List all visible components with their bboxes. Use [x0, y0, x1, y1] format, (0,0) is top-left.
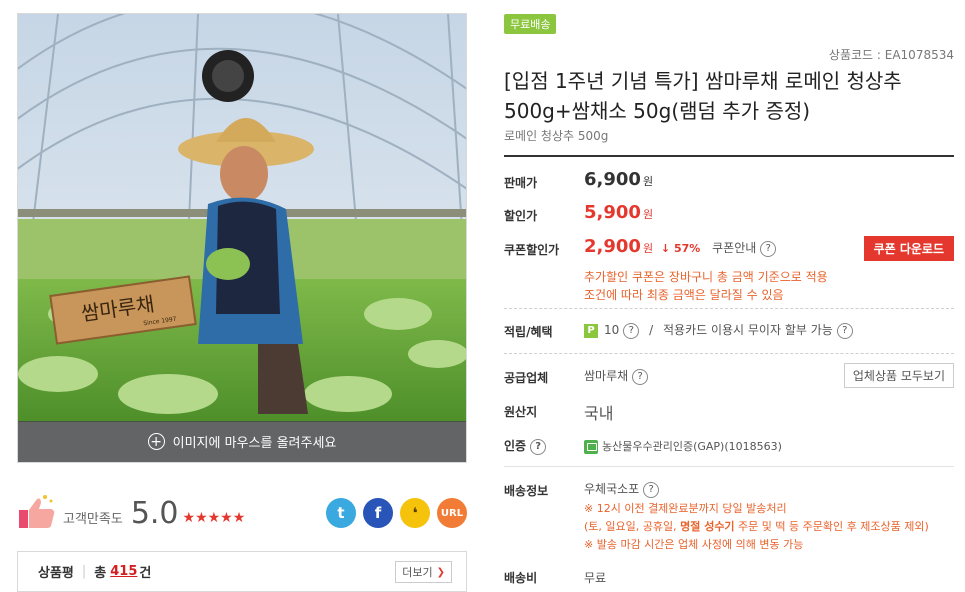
greenhouse-photo: 쌈마루채 Since 1997	[18, 14, 466, 462]
hover-hint-text: 이미지에 마우스를 올려주세요	[172, 436, 337, 451]
card-benefit-text: 적용카드 이용시 무이자 할부 가능	[662, 323, 833, 337]
review-total-label: 총	[94, 566, 107, 581]
shipping-help-icon[interactable]: ?	[643, 481, 660, 498]
kakaostory-icon[interactable]: ❛	[400, 498, 430, 528]
shipping-note-2-post: 주문 및 떡 등 주문확인 후 제조상품 제외)	[734, 520, 929, 533]
coupon-price-row: 쿠폰할인가 2,900 원 ↓ 57% 쿠폰안내? 쿠폰 다운로드	[504, 236, 954, 262]
point-help-icon[interactable]: ?	[623, 322, 640, 339]
benefit-label: 적립/혜택	[504, 325, 553, 339]
image-hover-hint: + 이미지에 마우스를 올려주세요	[18, 421, 466, 462]
sale-price-row: 판매가 6,900 원	[504, 169, 954, 193]
coupon-guide-label: 쿠폰안내	[712, 241, 757, 255]
coupon-price: 2,900 원 ↓ 57% 쿠폰안내?	[584, 236, 777, 257]
supplier-help-icon[interactable]: ?	[632, 368, 649, 385]
supplier-label: 공급업체	[504, 371, 549, 385]
review-separator: |	[81, 564, 87, 579]
chevron-right-icon: ❯	[436, 566, 445, 578]
rating-label: 고객만족도	[63, 511, 123, 527]
shipping-note-2: (토, 일요일, 공휴일, 명절 성수기 주문 및 떡 등 주문확인 후 제조상…	[584, 518, 929, 536]
coupon-download-button[interactable]: 쿠폰 다운로드	[863, 236, 954, 261]
shipping-info-row: 배송정보 우체국소포?	[504, 480, 954, 500]
shipping-notes: ※ 12시 이전 결제완료분까지 당일 발송처리 (토, 일요일, 공휴일, 명…	[584, 500, 929, 554]
supplier-value: 쌈마루채?	[584, 367, 649, 385]
rating-stars: ★★★★★	[182, 510, 246, 526]
review-more-label: 더보기	[402, 566, 433, 579]
discount-price: 5,900 원	[584, 202, 653, 223]
origin-value: 국내	[584, 404, 614, 423]
review-more-button[interactable]: 더보기 ❯	[395, 561, 452, 583]
discount-rate-value: 57%	[673, 242, 701, 255]
certification-help-icon[interactable]: ?	[530, 438, 547, 455]
shipping-method-text: 우체국소포	[584, 482, 640, 496]
product-subtitle: 로메인 청상추 500g	[504, 129, 609, 143]
product-title: [입점 1주년 기념 특가] 쌈마루채 로메인 청상추 500g+쌈채소 50g…	[504, 69, 902, 123]
gap-certificate-icon	[584, 440, 598, 454]
review-unit: 건	[139, 566, 152, 581]
coupon-price-won: 원	[642, 242, 654, 255]
coupon-note-2: 조건에 따라 최종 금액은 달라질 수 있음	[584, 288, 784, 302]
customer-rating: 고객만족도 5.0 ★★★★★ t f ❛ URL	[17, 490, 467, 536]
coupon-price-label: 쿠폰할인가	[504, 243, 560, 257]
title-divider	[504, 155, 954, 157]
divider	[504, 353, 954, 354]
supplier-name: 쌈마루채	[584, 369, 629, 383]
vendor-products-button[interactable]: 업체상품 모두보기	[843, 363, 954, 388]
shipping-note-3: ※ 발송 마감 시간은 업체 사정에 의해 변동 가능	[584, 538, 804, 551]
discount-price-won: 원	[642, 208, 654, 221]
point-value: 10	[604, 323, 620, 337]
shipping-fee-row: 배송비 무료	[504, 567, 954, 587]
shipping-info-label: 배송정보	[504, 484, 549, 498]
shipping-fee-label: 배송비	[504, 571, 538, 585]
supplier-row: 공급업체 쌈마루채? 업체상품 모두보기	[504, 363, 954, 388]
divider	[504, 308, 954, 309]
product-image[interactable]: 쌈마루채 Since 1997 + 이미지에 마우스를 올려주세요	[17, 13, 467, 463]
certification-text: 농산물우수관리인증(GAP)(1018563)	[602, 440, 782, 453]
certification-label-text: 인증	[504, 439, 527, 453]
coupon-help-icon[interactable]: ?	[760, 240, 777, 257]
divider	[504, 466, 954, 467]
origin-label: 원산지	[504, 405, 538, 419]
certification-row: 인증? 농산물우수관리인증(GAP)(1018563)	[504, 436, 954, 456]
arrow-down-icon: ↓	[660, 242, 671, 255]
share-buttons: t f ❛ URL	[326, 498, 467, 528]
review-title: 상품평	[38, 566, 74, 581]
facebook-icon[interactable]: f	[363, 498, 393, 528]
discount-price-row: 할인가 5,900 원	[504, 202, 954, 226]
discount-price-value: 5,900	[584, 202, 641, 223]
discount-rate: ↓ 57%	[661, 242, 700, 255]
shipping-method: 우체국소포?	[584, 480, 660, 498]
shipping-fee-value: 무료	[584, 571, 607, 585]
zoom-plus-icon: +	[147, 433, 165, 450]
shipping-note-2-bold: 명절 성수기	[680, 520, 735, 533]
sale-price-won: 원	[642, 175, 654, 188]
review-summary: 상품평 | 총 415 건 더보기 ❯	[17, 551, 467, 592]
rating-score: 5.0	[130, 495, 179, 531]
certification-value: 농산물우수관리인증(GAP)(1018563)	[584, 438, 782, 454]
review-count[interactable]: 415	[110, 564, 137, 579]
free-shipping-badge: 무료배송	[504, 14, 557, 34]
coupon-note-1: 추가할인 쿠폰은 장바구니 총 금액 기준으로 적용	[584, 270, 828, 284]
shipping-note-2-pre: (토, 일요일, 공휴일,	[584, 520, 681, 533]
card-help-icon[interactable]: ?	[836, 322, 853, 339]
sale-price-value: 6,900	[584, 169, 641, 190]
coupon-price-value: 2,900	[584, 236, 641, 257]
point-icon: P	[584, 323, 598, 338]
discount-price-label: 할인가	[504, 209, 538, 223]
sale-price: 6,900 원	[584, 169, 653, 190]
origin-row: 원산지 국내	[504, 400, 954, 423]
twitter-icon[interactable]: t	[326, 498, 356, 528]
benefit-row: 적립/혜택 P 10? / 적용카드 이용시 무이자 할부 가능?	[504, 321, 954, 341]
coupon-notes: 추가할인 쿠폰은 장바구니 총 금액 기준으로 적용 조건에 따라 최종 금액은…	[584, 268, 828, 304]
product-code: 상품코드 : EA1078534	[828, 48, 954, 62]
sale-price-label: 판매가	[504, 176, 538, 190]
shipping-note-1: ※ 12시 이전 결제완료분까지 당일 발송처리	[584, 502, 787, 515]
thumbs-up-icon	[19, 495, 55, 528]
url-share-button[interactable]: URL	[437, 498, 467, 528]
certification-label: 인증?	[504, 437, 547, 455]
benefit-value: P 10? / 적용카드 이용시 무이자 할부 가능?	[584, 321, 853, 339]
benefit-slash: /	[649, 323, 654, 337]
